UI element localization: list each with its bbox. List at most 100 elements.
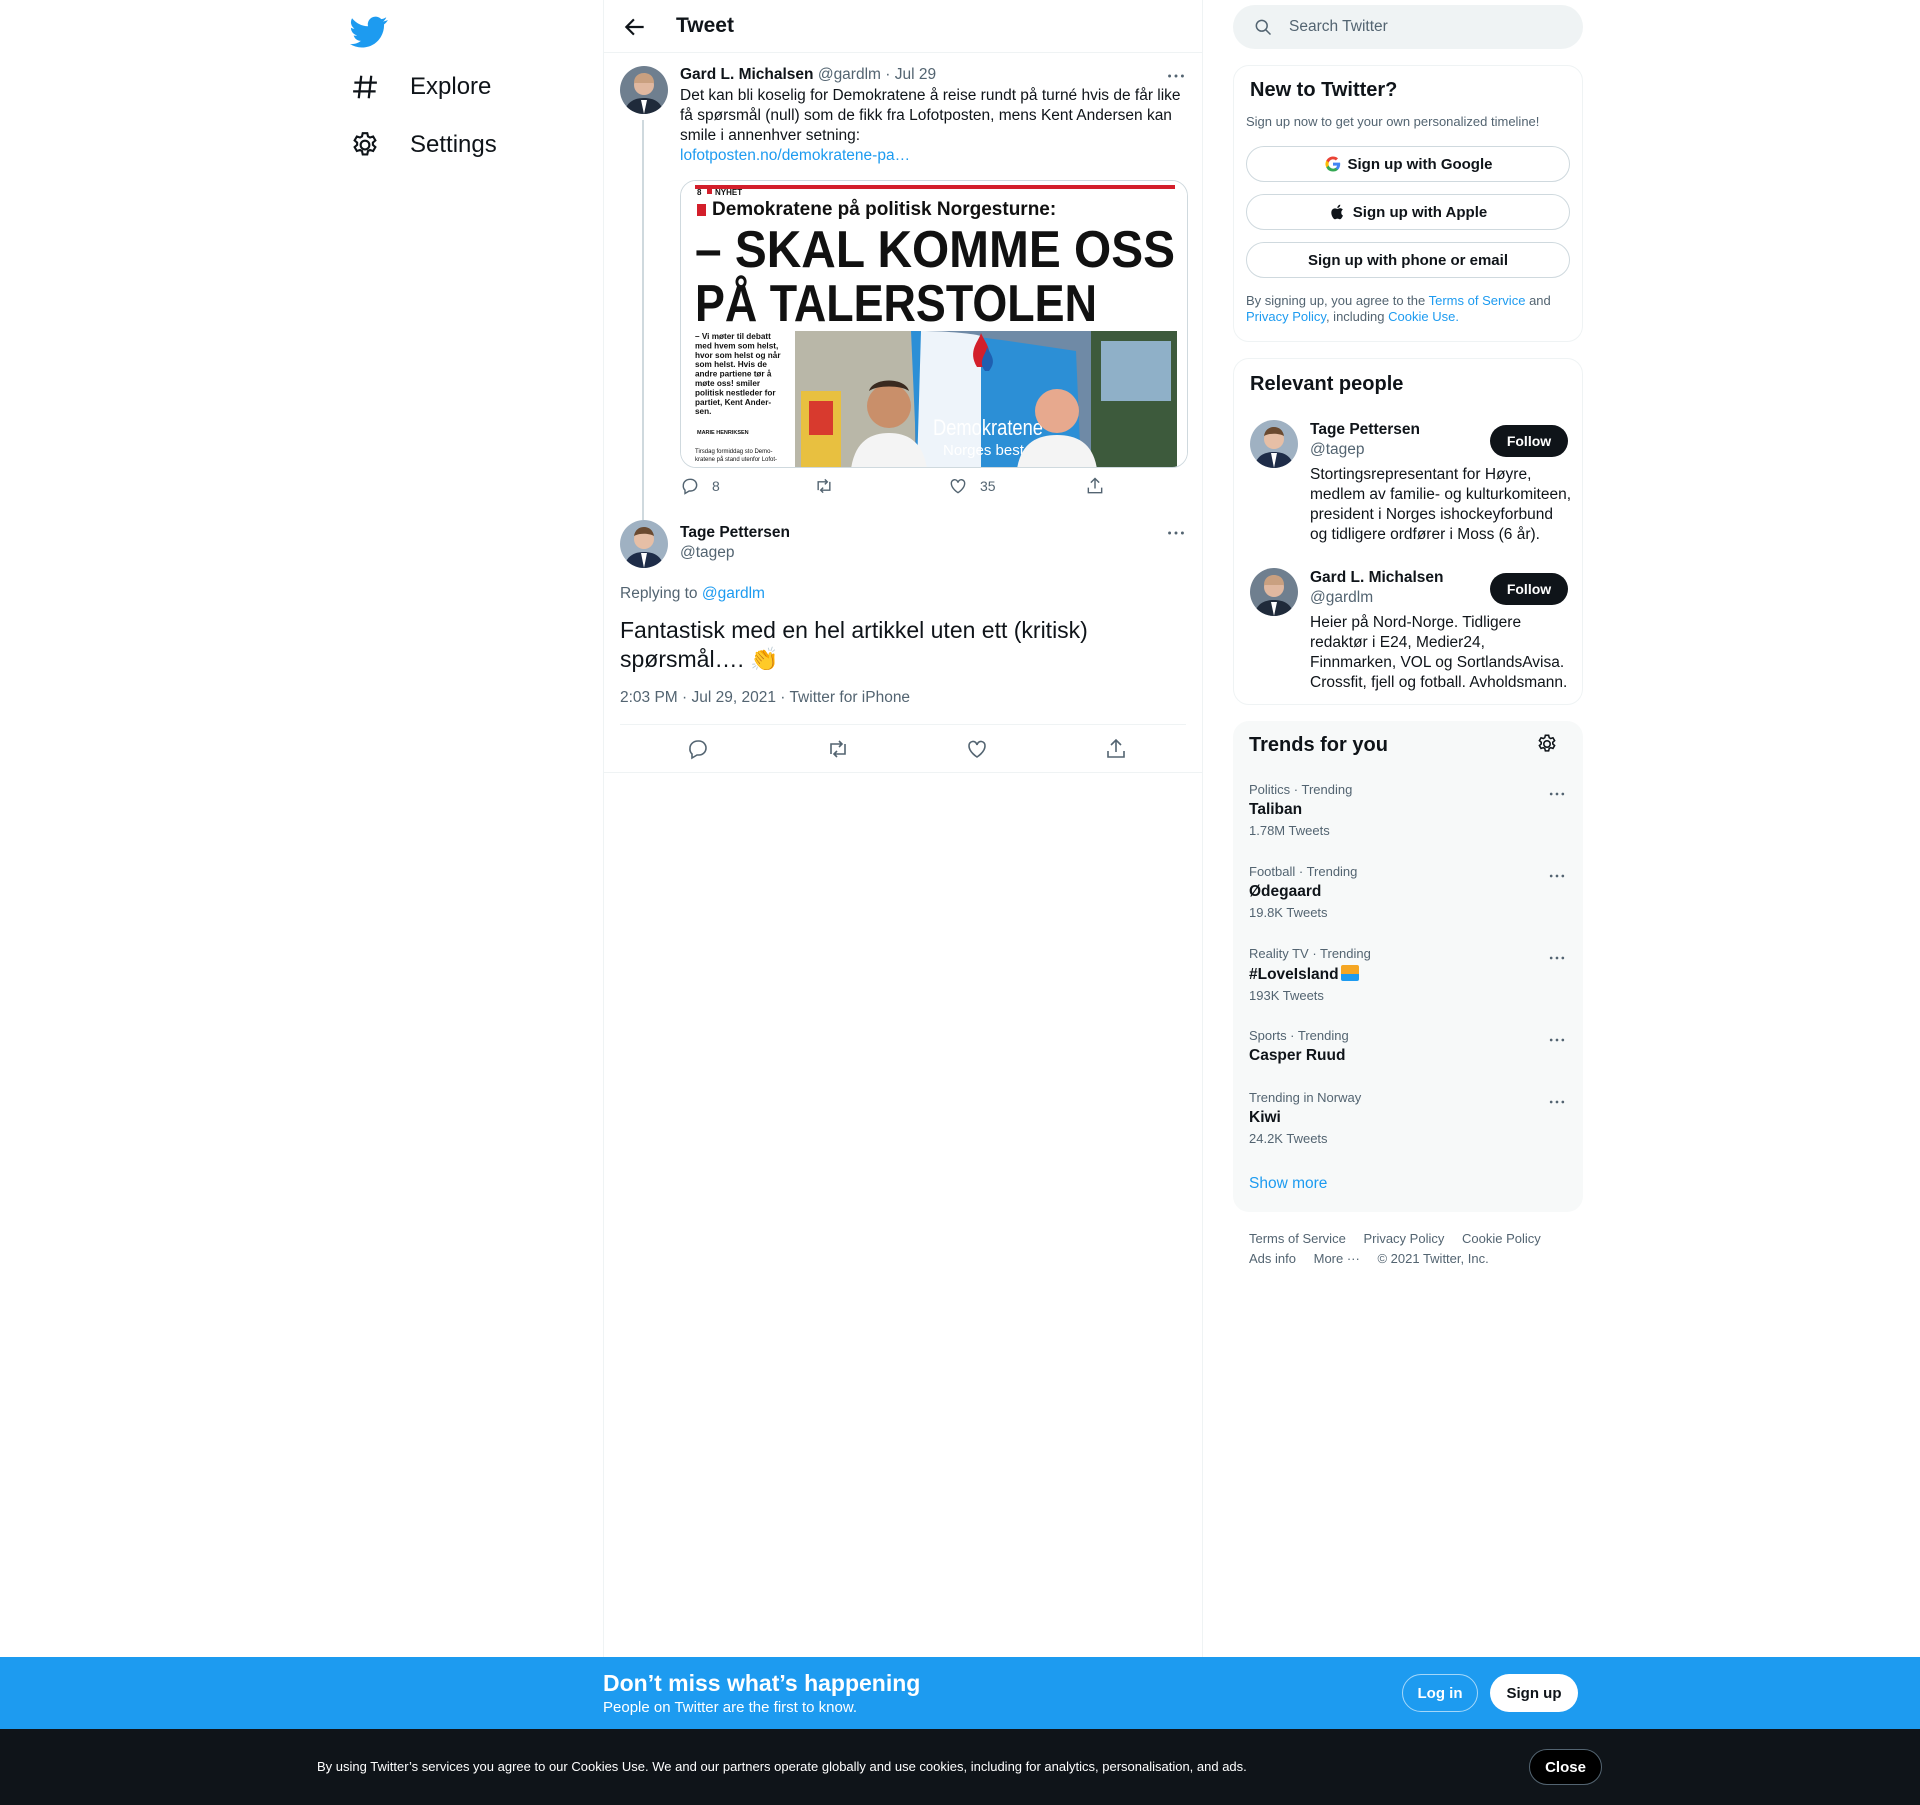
signup-button[interactable]: Sign up [1490, 1674, 1578, 1712]
tweet2-handle[interactable]: @tagep [680, 544, 735, 562]
avatar[interactable] [1250, 568, 1298, 616]
avatar[interactable] [620, 520, 668, 568]
more-icon[interactable] [1165, 65, 1187, 87]
nav-settings-label: Settings [410, 131, 497, 158]
tweet1-author: Gard L. Michalsen @gardlm · Jul 29 [680, 66, 936, 84]
person-name[interactable]: Tage Pettersen [1310, 421, 1420, 439]
tweet1-handle[interactable]: @gardlm [818, 66, 881, 83]
avatar[interactable] [1250, 420, 1298, 468]
page-title: Tweet [676, 14, 734, 37]
trend-count: 1.78M Tweets [1249, 823, 1330, 838]
signup-banner: Don’t miss what’s happening People on Tw… [0, 1657, 1920, 1729]
tweet1-link[interactable]: lofotposten.no/demokratene-pa… [680, 146, 1190, 166]
banner-title: Don’t miss what’s happening [603, 1670, 921, 1696]
follow-button[interactable]: Follow [1490, 425, 1568, 457]
trend-item[interactable]: Politics · Trending Taliban 1.78M Tweets [1249, 782, 1567, 838]
nav-explore-label: Explore [410, 73, 492, 100]
footer-cookie-link[interactable]: Cookie Policy [1462, 1231, 1541, 1246]
signup-google-label: Sign up with Google [1347, 155, 1493, 173]
signup-apple-button[interactable]: Sign up with Apple [1246, 194, 1570, 230]
cookie-bar: By using Twitter’s services you agree to… [0, 1729, 1920, 1805]
relevant-people-card: Relevant people Tage Pettersen @tagep Fo… [1233, 358, 1583, 705]
share-button[interactable] [1085, 476, 1105, 496]
login-button[interactable]: Log in [1402, 1674, 1478, 1712]
tweet2-timestamp[interactable]: 2:03 PM · Jul 29, 2021 · Twitter for iPh… [620, 689, 910, 707]
replying-to: Replying to @gardlm [620, 585, 765, 603]
avatar[interactable] [620, 66, 668, 114]
more-icon[interactable] [1547, 784, 1567, 804]
back-arrow-icon[interactable] [622, 14, 648, 40]
twitter-logo-icon[interactable] [350, 13, 388, 51]
show-more-link[interactable]: Show more [1249, 1175, 1327, 1193]
media-byline: MARIE HENRIKSEN [697, 430, 749, 436]
media-lead-text: – Vi møter til debattmed hvem som helst,… [695, 332, 781, 416]
person-handle[interactable]: @gardlm [1310, 589, 1373, 607]
terms-link[interactable]: Terms of Service [1429, 293, 1526, 308]
more-icon[interactable] [1165, 522, 1187, 544]
footer-privacy-link[interactable]: Privacy Policy [1363, 1231, 1444, 1246]
legal-including: , including [1325, 309, 1385, 324]
trend-item[interactable]: Sports · Trending Casper Ruud [1249, 1028, 1567, 1065]
media-page-number: 8 [697, 188, 702, 197]
more-icon[interactable] [1547, 1092, 1567, 1112]
tweet-header: Tweet [604, 0, 1202, 53]
relevant-people-title: Relevant people [1250, 373, 1404, 395]
signup-phone-button[interactable]: Sign up with phone or email [1246, 242, 1570, 278]
divider [620, 724, 1186, 725]
gear-icon[interactable] [1536, 733, 1558, 755]
tweet1-body: Det kan bli koselig for Demokratene å re… [680, 87, 1181, 144]
media-headline-1: – SKAL KOMME OSS [695, 221, 1175, 279]
media-lead-line: – Vi møter til debatt [695, 332, 771, 341]
more-icon[interactable] [1547, 1030, 1567, 1050]
heart-icon[interactable] [965, 737, 989, 761]
person-bio: Stortingsrepresentant for Høyre, medlem … [1310, 466, 1572, 543]
new-to-twitter-subtitle: Sign up now to get your own personalized… [1246, 114, 1540, 129]
privacy-link[interactable]: Privacy Policy [1246, 309, 1326, 324]
person-handle[interactable]: @tagep [1310, 441, 1365, 459]
reply-button[interactable]: 8 [680, 476, 720, 496]
follow-button[interactable]: Follow [1490, 573, 1568, 605]
media-section: NYHET [715, 188, 742, 197]
search-input[interactable] [1289, 5, 1569, 49]
banner-subtitle: People on Twitter are the first to know. [603, 1699, 858, 1716]
cookie-text: By using Twitter’s services you agree to… [317, 1759, 1247, 1774]
media-banner-word: Demokratene [933, 415, 1043, 440]
hashtag-icon [353, 75, 377, 99]
nav-explore[interactable]: Explore [350, 63, 491, 111]
tweet1-date[interactable]: · Jul 29 [885, 66, 936, 83]
new-to-twitter-title: New to Twitter? [1250, 79, 1398, 101]
trend-title: Ødegaard [1249, 883, 1322, 900]
signup-google-button[interactable]: Sign up with Google [1246, 146, 1570, 182]
reply-icon[interactable] [686, 737, 710, 761]
replying-to-link[interactable]: @gardlm [702, 585, 765, 602]
signup-phone-label: Sign up with phone or email [1307, 251, 1508, 269]
nav-settings[interactable]: Settings [350, 121, 497, 169]
gear-icon [353, 132, 377, 156]
trend-item[interactable]: Reality TV · Trending #LoveIsland 193K T… [1249, 946, 1567, 1003]
cookie-use-link[interactable]: Cookie Use. [1388, 309, 1459, 324]
footer-ads-link[interactable]: Ads info [1249, 1251, 1296, 1266]
search-box[interactable] [1233, 5, 1583, 49]
trend-title-row: #LoveIsland [1249, 965, 1567, 984]
tweet2-name[interactable]: Tage Pettersen [680, 524, 790, 542]
trend-title: #LoveIsland [1249, 966, 1339, 983]
media-banner-sub: Norges beste [943, 442, 1032, 459]
person-name[interactable]: Gard L. Michalsen [1310, 569, 1444, 587]
tweet-media-image[interactable]: 8 NYHET Demokratene på politisk Norgestu… [680, 180, 1188, 468]
close-button[interactable]: Close [1529, 1749, 1602, 1785]
tweet1-name[interactable]: Gard L. Michalsen [680, 66, 814, 83]
more-icon[interactable] [1547, 948, 1567, 968]
like-count: 35 [980, 478, 996, 494]
footer-terms-link[interactable]: Terms of Service [1249, 1231, 1346, 1246]
retweet-icon[interactable] [826, 737, 850, 761]
tweet2-text: Fantastisk med en hel artikkel uten ett … [620, 617, 1088, 672]
more-icon[interactable] [1547, 866, 1567, 886]
footer-more-link[interactable]: More ··· [1314, 1251, 1360, 1266]
trend-category: Politics · Trending [1249, 782, 1353, 797]
trend-item[interactable]: Football · Trending Ødegaard 19.8K Tweet… [1249, 864, 1567, 920]
like-button[interactable]: 35 [948, 476, 996, 496]
retweet-button[interactable] [814, 476, 834, 496]
share-icon [1087, 477, 1103, 494]
share-icon[interactable] [1104, 737, 1128, 761]
trend-item[interactable]: Trending in Norway Kiwi 24.2K Tweets [1249, 1090, 1567, 1146]
